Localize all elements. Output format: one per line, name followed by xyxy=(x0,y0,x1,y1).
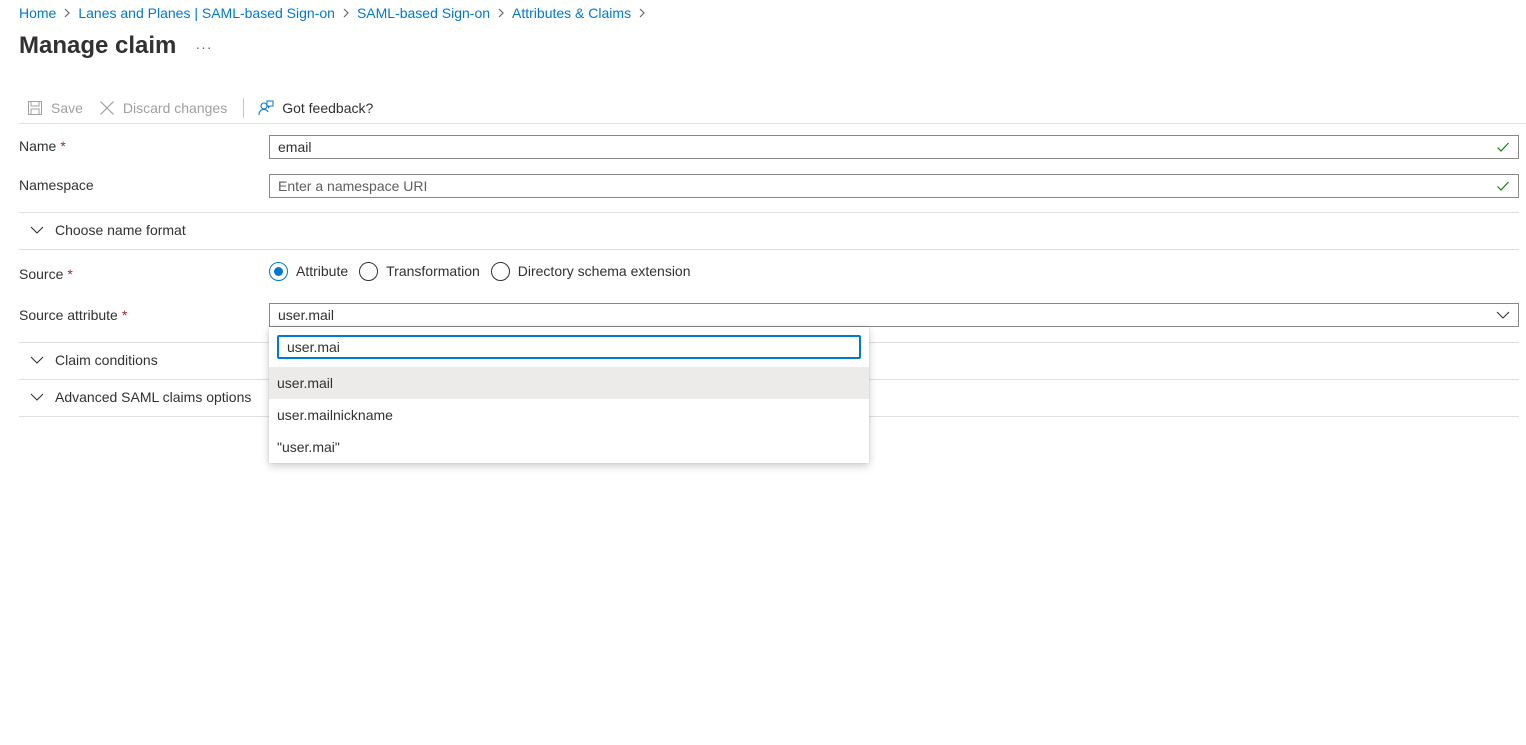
source-attribute-label: Source attribute * xyxy=(19,307,128,323)
chevron-down-icon xyxy=(30,393,44,401)
name-input[interactable] xyxy=(278,139,1496,155)
source-radio-group: Attribute Transformation Directory schem… xyxy=(269,261,702,281)
toolbar-divider xyxy=(243,97,245,118)
floppy-disk-icon xyxy=(28,100,42,115)
source-attribute-dropdown-panel: user.mail user.mailnickname "user.mai" xyxy=(269,327,869,463)
discard-changes-button[interactable]: Discard changes xyxy=(91,94,235,122)
breadcrumb-home[interactable]: Home xyxy=(19,5,56,21)
radio-label: Directory schema extension xyxy=(517,263,691,279)
source-attribute-dropdown[interactable]: user.mail xyxy=(269,303,1519,327)
advanced-saml-label: Advanced SAML claims options xyxy=(55,389,252,405)
dropdown-option[interactable]: "user.mai" xyxy=(269,431,869,463)
namespace-label: Namespace xyxy=(19,177,94,193)
name-format-section-toggle[interactable]: Choose name format xyxy=(19,220,1519,240)
source-attribute-value: user.mail xyxy=(278,307,335,323)
close-icon xyxy=(99,100,114,115)
radio-button[interactable] xyxy=(490,261,510,281)
dropdown-option[interactable]: user.mailnickname xyxy=(269,399,869,431)
namespace-input[interactable] xyxy=(278,178,1496,194)
feedback-button[interactable]: Got feedback? xyxy=(250,94,381,122)
divider xyxy=(19,212,1519,213)
divider xyxy=(19,249,1519,250)
name-label: Name * xyxy=(19,138,66,154)
chevron-right-icon xyxy=(335,4,357,22)
chevron-down-icon xyxy=(30,226,44,234)
chevron-right-icon xyxy=(490,4,512,22)
source-radio-transformation[interactable]: Transformation xyxy=(359,261,480,281)
radio-button-checked[interactable] xyxy=(269,261,288,281)
radio-label: Attribute xyxy=(296,263,349,279)
dropdown-option[interactable]: user.mail xyxy=(269,367,869,399)
source-radio-directory-schema-extension[interactable]: Directory schema extension xyxy=(490,261,691,281)
breadcrumb-app-sign-on[interactable]: Lanes and Planes | SAML-based Sign-on xyxy=(78,5,335,21)
radio-button[interactable] xyxy=(359,261,379,281)
name-format-label: Choose name format xyxy=(55,222,186,238)
more-options-button[interactable]: ··· xyxy=(192,36,216,58)
breadcrumb-saml-sign-on[interactable]: SAML-based Sign-on xyxy=(357,5,490,21)
required-marker: * xyxy=(60,138,66,154)
save-label: Save xyxy=(51,99,83,116)
source-label: Source * xyxy=(19,266,73,282)
command-bar: Save Discard changes Got feedback? xyxy=(19,92,1526,124)
source-radio-attribute[interactable]: Attribute xyxy=(269,261,349,281)
checkmark-icon xyxy=(1497,181,1509,191)
discard-changes-label: Discard changes xyxy=(122,99,228,116)
chevron-right-icon xyxy=(631,4,653,22)
required-marker: * xyxy=(121,307,128,323)
chevron-down-icon xyxy=(1496,311,1510,319)
name-field[interactable] xyxy=(269,135,1519,159)
page-title: Manage claim xyxy=(19,32,177,59)
breadcrumb-attributes-claims[interactable]: Attributes & Claims xyxy=(512,5,631,21)
radio-label: Transformation xyxy=(386,263,480,279)
chevron-right-icon xyxy=(56,4,78,22)
feedback-person-icon xyxy=(258,100,274,115)
checkmark-icon xyxy=(1497,142,1509,152)
chevron-down-icon xyxy=(30,356,44,364)
breadcrumb: Home Lanes and Planes | SAML-based Sign-… xyxy=(19,4,653,22)
required-marker: * xyxy=(67,266,73,282)
dropdown-search-input[interactable] xyxy=(287,339,851,355)
feedback-label: Got feedback? xyxy=(282,99,374,116)
namespace-field[interactable] xyxy=(269,174,1519,198)
dropdown-search-field[interactable] xyxy=(277,335,861,359)
save-button[interactable]: Save xyxy=(19,94,91,122)
claim-conditions-label: Claim conditions xyxy=(55,352,158,368)
